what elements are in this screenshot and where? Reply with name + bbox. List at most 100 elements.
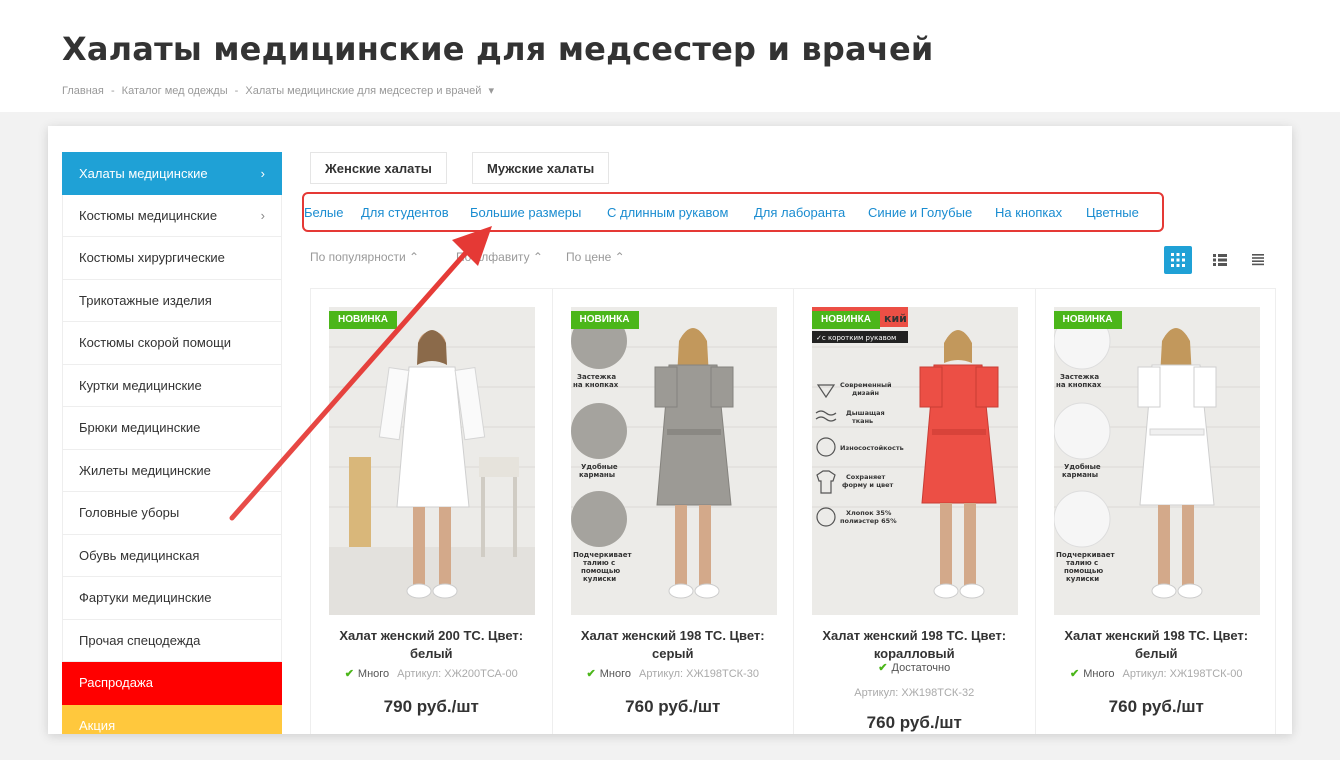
subcategory-link[interactable]: С длинным рукавом [607,205,728,220]
product-name[interactable]: Халат женский 200 ТС. Цвет: белый [321,627,542,663]
stock-status: ✔ Много Артикул: ХЖ198ТСК-30 [553,667,794,680]
subcategory-link[interactable]: Для лаборанта [754,205,845,220]
new-badge: НОВИНКА [1053,311,1122,329]
sidebar-item-label: Куртки медицинские [79,377,202,393]
subcategory-link[interactable]: Цветные [1086,205,1139,220]
svg-text:Застежкана кнопках: Застежка на кнопках [573,373,619,389]
sidebar-item-headwear[interactable]: Головные уборы [62,492,282,535]
grid-view-icon[interactable] [1164,246,1192,274]
page-title: Халаты медицинские для медсестер и враче… [62,30,934,68]
product-card[interactable]: НОВИНКА Халат женский 200 ТС. Цвет: белы… [311,289,553,734]
sort-alphabet[interactable]: По алфавиту ⌃ [456,250,543,264]
sidebar-item-label: Халаты медицинские [79,166,208,181]
sidebar-item-suits[interactable]: Костюмы медицинские › [62,194,282,237]
sidebar-item-promo[interactable]: Акция [62,704,282,734]
sort-popularity[interactable]: По популярности ⌃ [310,250,419,264]
subcategory-link[interactable]: На кнопках [995,205,1062,220]
sidebar-item-robes[interactable]: Халаты медицинские › [62,152,282,195]
page-header: Халаты медицинские для медсестер и враче… [0,0,1340,112]
sidebar-item-vests[interactable]: Жилеты медицинские [62,449,282,492]
sidebar-item-aprons[interactable]: Фартуки медицинские [62,577,282,620]
catalog-frame: Халаты медицинские › Костюмы медицинские ›… [48,126,1292,734]
check-icon: ✔ [1070,668,1080,680]
subcategory-link[interactable]: Белые [304,205,344,220]
product-card[interactable]: Застежка на кнопках Удобные карманы Подчер… [553,289,794,734]
table-view-icon[interactable] [1244,246,1272,274]
sidebar-item-ambulance-suits[interactable]: Костюмы скорой помощи [62,322,282,365]
subcategory-link[interactable]: Большие размеры [470,205,581,220]
stock-label: Много [357,668,390,680]
list-view-icon[interactable] [1206,246,1234,274]
new-badge: НОВИНКА [570,311,639,329]
check-icon: ✔ [586,668,596,680]
chevron-right-icon: › [260,166,265,181]
sidebar-item-label: Костюмы скорой помощи [79,335,232,350]
stock-status: ✔ Достаточно [794,661,1035,674]
product-name[interactable]: Халат женский 198 ТС. Цвет: коралловый [804,627,1025,663]
product-image[interactable]: Застежка на кнопках Удобные карманы Подчер… [570,307,777,615]
sidebar-item-jackets[interactable]: Куртки медицинские [62,364,282,407]
breadcrumb-dropdown-icon[interactable]: ▾ [488,85,494,97]
catalog-content: Женские халаты Мужские халаты Белые Для … [302,152,1280,734]
sidebar-item-label: Костюмы медицинские [79,207,218,223]
sort-price[interactable]: По цене ⌃ [566,250,625,264]
check-icon: ✔ [344,668,354,680]
product-grid: НОВИНКА Халат женский 200 ТС. Цвет: белы… [310,288,1276,734]
breadcrumb-catalog[interactable]: Каталог мед одежды [122,85,228,97]
product-name[interactable]: Халат женский 198 ТС. Цвет: белый [1046,627,1268,663]
svg-text:Застежкана кнопках: Застежка на кнопках [1056,373,1102,389]
sidebar-item-label: Трикотажные изделия [79,292,212,308]
sidebar-item-label: Прочая спецодежда [79,632,201,648]
svg-text:кий: кий [884,312,907,325]
sidebar-item-footwear[interactable]: Обувь медицинская [62,534,282,577]
sort-bar: По популярности ⌃ По алфавиту ⌃ По цене … [310,246,1280,274]
product-price: 760 руб./шт [1108,697,1204,716]
sidebar-item-surgical-suits[interactable]: Костюмы хирургические [62,237,282,280]
sidebar-item-label: Жилеты медицинские [79,462,211,478]
category-sidebar: Халаты медицинские › Костюмы медицинские ›… [62,152,282,734]
breadcrumb-separator: - [110,85,115,97]
svg-text:Удобныекарманы: Удобные карманы [1062,463,1101,479]
breadcrumb-home[interactable]: Главная [62,85,104,97]
sidebar-item-knitwear[interactable]: Трикотажные изделия [62,279,282,322]
product-card[interactable]: кий ✓с коротким рукавом Современный дизай… [794,289,1036,734]
sidebar-item-label: Брюки медицинские [79,420,201,435]
product-sku: Артикул: ХЖ200ТСА-00 [397,668,518,680]
product-card[interactable]: Застежка на кнопках Удобные карманы Подчер… [1036,289,1278,734]
product-sku: Артикул: ХЖ198ТСК-30 [639,668,759,680]
product-sku: Артикул: ХЖ198ТСК-32 [854,687,975,699]
new-badge: НОВИНКА [329,311,397,329]
product-price: 760 руб./шт [866,713,962,732]
stock-status: Артикул: ХЖ198ТСК-32 [794,687,1035,699]
check-icon: ✔ [878,662,888,674]
sidebar-item-other[interactable]: Прочая спецодежда [62,619,282,662]
subcategory-link[interactable]: Для студентов [361,205,449,220]
chevron-right-icon: › [260,207,265,223]
product-name[interactable]: Халат женский 198 ТС. Цвет: серый [563,627,784,663]
breadcrumb-current[interactable]: Халаты медицинские для медсестер и враче… [245,85,481,97]
sidebar-item-trousers[interactable]: Брюки медицинские [62,407,282,450]
tab-men-robes[interactable]: Мужские халаты [472,152,610,184]
product-sku: Артикул: ХЖ198ТСК-00 [1122,668,1243,680]
product-image[interactable]: кий ✓с коротким рукавом Современный дизай… [812,307,1018,615]
product-image[interactable]: Застежка на кнопках Удобные карманы Подчер… [1053,307,1260,615]
stock-label: Достаточно [891,662,951,674]
subcategory-links: Белые Для студентов Большие размеры С дл… [302,192,1164,232]
sidebar-item-label: Головные уборы [79,505,180,520]
breadcrumb: Главная - Каталог мед одежды - Халаты ме… [62,84,498,97]
sidebar-item-label: Обувь медицинская [79,547,200,563]
sidebar-item-sale[interactable]: Распродажа [62,662,282,705]
stock-status: ✔ Много Артикул: ХЖ198ТСК-00 [1036,667,1278,680]
stock-label: Много [599,668,632,680]
sidebar-item-label: Фартуки медицинские [79,590,212,605]
sidebar-item-label: Костюмы хирургические [79,250,225,265]
new-badge: НОВИНКА [812,311,880,329]
sidebar-item-label: Распродажа [79,675,153,690]
tab-women-robes[interactable]: Женские халаты [310,152,447,184]
subcategory-link[interactable]: Синие и Голубые [868,205,972,220]
svg-text:✓с коротким рукавом: ✓с коротким рукавом [816,334,896,342]
product-price: 760 руб./шт [625,697,721,716]
breadcrumb-separator: - [234,85,239,97]
product-image[interactable] [329,307,535,615]
product-price: 790 руб./шт [383,697,479,716]
